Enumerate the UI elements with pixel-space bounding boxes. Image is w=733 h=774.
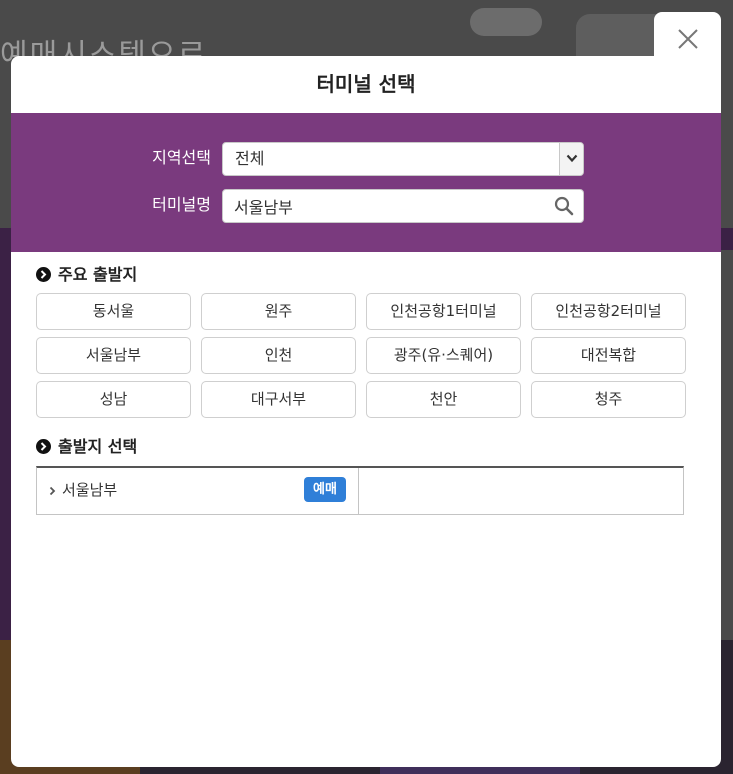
modal-title: 터미널 선택: [316, 72, 416, 96]
chevron-right-circle-icon: [36, 267, 51, 282]
terminal-button[interactable]: 성남: [36, 381, 191, 418]
departure-select-heading-text: 출발지 선택: [58, 437, 138, 456]
search-panel: 지역선택 전체 터미널명: [11, 113, 721, 252]
terminal-button[interactable]: 서울남부: [36, 337, 191, 374]
region-label: 지역선택: [152, 148, 211, 167]
select-arrow[interactable]: [559, 143, 583, 175]
list-item[interactable]: 서울남부 예매: [37, 468, 359, 514]
region-row: 지역선택 전체: [11, 140, 721, 176]
terminal-button[interactable]: 원주: [201, 293, 356, 330]
terminal-button[interactable]: 인천공항2터미널: [531, 293, 686, 330]
background-side-panel: [720, 250, 733, 640]
departure-select-heading: 출발지 선택: [36, 437, 137, 457]
terminal-name-label: 터미널명: [152, 195, 211, 214]
terminal-name-row: 터미널명: [11, 187, 721, 223]
departure-list-column: 서울남부 예매: [37, 468, 359, 514]
chevron-right-icon: [49, 486, 56, 496]
reservation-badge: 예매: [304, 477, 346, 502]
terminal-button[interactable]: 청주: [531, 381, 686, 418]
chevron-down-icon: [566, 154, 578, 163]
terminal-button[interactable]: 광주(유·스퀘어): [366, 337, 521, 374]
region-select[interactable]: 전체: [222, 142, 584, 176]
terminal-button[interactable]: 동서울: [36, 293, 191, 330]
search-icon[interactable]: [554, 196, 574, 216]
terminal-button[interactable]: 인천공항1터미널: [366, 293, 521, 330]
major-departures-heading-text: 주요 출발지: [58, 265, 138, 284]
terminal-select-modal: 터미널 선택 지역선택 전체 터미널명 주요 출발지: [11, 56, 721, 767]
chevron-right-circle-icon: [36, 439, 51, 454]
region-select-value: 전체: [235, 149, 265, 168]
background-cloud-image: [470, 8, 542, 36]
terminal-button[interactable]: 대구서부: [201, 381, 356, 418]
close-icon: [678, 29, 698, 49]
terminal-button[interactable]: 대전복합: [531, 337, 686, 374]
terminal-name-input[interactable]: [222, 189, 584, 223]
list-item-label: 서울남부: [62, 481, 118, 499]
major-departures-heading: 주요 출발지: [36, 265, 137, 285]
terminal-button[interactable]: 인천: [201, 337, 356, 374]
departure-list: 서울남부 예매: [36, 466, 684, 515]
terminal-button[interactable]: 천안: [366, 381, 521, 418]
